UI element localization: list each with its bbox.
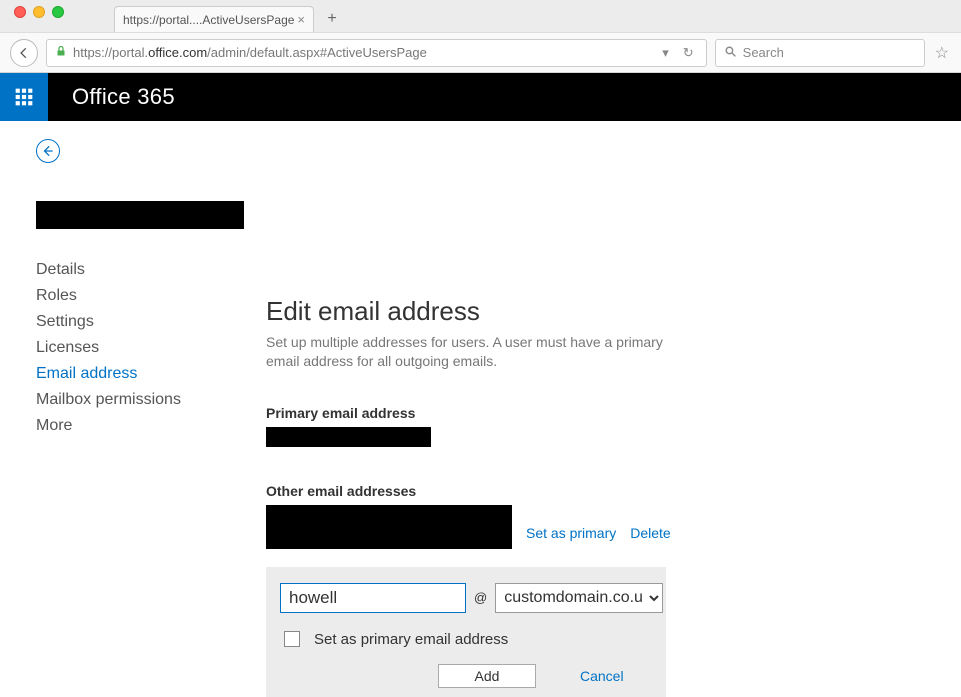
page-title: Edit email address bbox=[266, 296, 676, 327]
nav-item-mailbox-permissions[interactable]: Mailbox permissions bbox=[36, 389, 246, 411]
primary-email-value-redacted bbox=[266, 427, 431, 447]
add-alias-panel: @ customdomain.co.uk Set as primary emai… bbox=[266, 567, 666, 697]
browser-back-button[interactable] bbox=[10, 39, 38, 67]
side-nav: Details Roles Settings Licenses Email ad… bbox=[36, 259, 246, 437]
at-sign: @ bbox=[474, 590, 487, 605]
cancel-link[interactable]: Cancel bbox=[580, 668, 624, 684]
lock-icon bbox=[55, 44, 67, 61]
url-dropdown-icon[interactable]: ▾ bbox=[658, 45, 673, 61]
browser-toolbar: https://portal.office.com/admin/default.… bbox=[0, 32, 961, 72]
tab-close-icon[interactable]: × bbox=[297, 12, 305, 27]
add-button[interactable]: Add bbox=[438, 664, 536, 688]
main-column: Edit email address Set up multiple addre… bbox=[266, 201, 676, 697]
waffle-icon bbox=[14, 87, 34, 107]
window-close-icon[interactable] bbox=[14, 6, 26, 18]
window-zoom-icon[interactable] bbox=[52, 6, 64, 18]
nav-item-email-address[interactable]: Email address bbox=[36, 363, 246, 385]
page-body: Details Roles Settings Licenses Email ad… bbox=[0, 183, 961, 697]
url-path: /admin/default.aspx#ActiveUsersPage bbox=[207, 45, 427, 60]
nav-item-details[interactable]: Details bbox=[36, 259, 246, 281]
new-tab-button[interactable]: + bbox=[320, 8, 344, 30]
url-prefix: https://portal. bbox=[73, 45, 148, 60]
domain-select[interactable]: customdomain.co.uk bbox=[495, 583, 663, 613]
arrow-left-icon bbox=[17, 46, 31, 60]
tab-title: https://portal....ActiveUsersPage bbox=[123, 13, 294, 27]
nav-item-licenses[interactable]: Licenses bbox=[36, 337, 246, 359]
other-email-value-redacted bbox=[266, 505, 512, 549]
app-launcher-button[interactable] bbox=[0, 73, 48, 121]
reload-icon[interactable]: ↻ bbox=[679, 45, 698, 61]
tab-strip: https://portal....ActiveUsersPage × + bbox=[0, 0, 961, 32]
browser-search-bar[interactable]: Search bbox=[715, 39, 925, 67]
other-email-row: Set as primary Delete bbox=[266, 505, 676, 549]
arrow-left-icon bbox=[41, 144, 55, 158]
set-as-primary-link[interactable]: Set as primary bbox=[526, 525, 616, 549]
set-primary-checkbox[interactable] bbox=[284, 631, 300, 647]
nav-item-settings[interactable]: Settings bbox=[36, 311, 246, 333]
search-placeholder: Search bbox=[743, 45, 784, 60]
add-panel-buttons: Add Cancel bbox=[280, 664, 652, 688]
other-email-label: Other email addresses bbox=[266, 483, 676, 499]
primary-email-label: Primary email address bbox=[266, 405, 676, 421]
nav-item-roles[interactable]: Roles bbox=[36, 285, 246, 307]
browser-tab[interactable]: https://portal....ActiveUsersPage × bbox=[114, 6, 314, 32]
url-text: https://portal.office.com/admin/default.… bbox=[73, 45, 652, 60]
search-icon bbox=[724, 45, 737, 61]
o365-header: Office 365 bbox=[0, 73, 961, 121]
window-minimize-icon[interactable] bbox=[33, 6, 45, 18]
delete-link[interactable]: Delete bbox=[630, 525, 670, 549]
left-column: Details Roles Settings Licenses Email ad… bbox=[36, 201, 246, 697]
alias-input-row: @ customdomain.co.uk bbox=[280, 583, 652, 613]
alias-input[interactable] bbox=[280, 583, 466, 613]
page-description: Set up multiple addresses for users. A u… bbox=[266, 333, 676, 371]
browser-chrome: https://portal....ActiveUsersPage × + ht… bbox=[0, 0, 961, 73]
bookmark-star-icon[interactable]: ☆ bbox=[933, 43, 951, 63]
url-bar[interactable]: https://portal.office.com/admin/default.… bbox=[46, 39, 707, 67]
set-primary-checkbox-label: Set as primary email address bbox=[314, 631, 508, 648]
nav-item-more[interactable]: More bbox=[36, 415, 246, 437]
user-display-name-redacted bbox=[36, 201, 244, 229]
brand-title: Office 365 bbox=[72, 84, 175, 110]
window-controls bbox=[8, 6, 74, 26]
page-back-button[interactable] bbox=[36, 139, 60, 163]
set-primary-checkbox-row: Set as primary email address bbox=[280, 631, 652, 648]
url-host: office.com bbox=[148, 45, 207, 60]
